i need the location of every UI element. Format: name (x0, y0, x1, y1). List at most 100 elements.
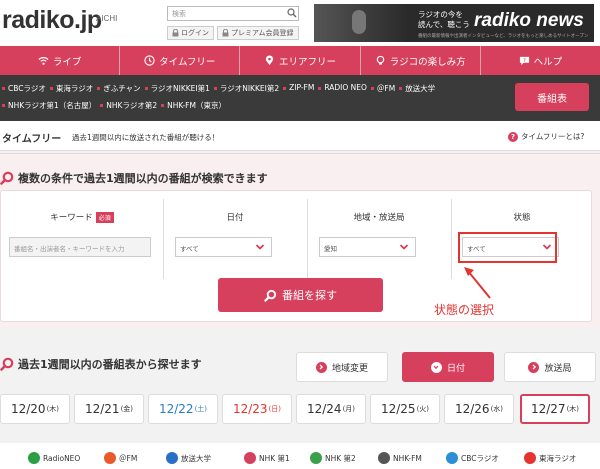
search-icon[interactable] (287, 8, 297, 18)
nav-label: エリアフリー (279, 56, 337, 68)
lock-icon (222, 29, 229, 37)
help-link-label: タイムフリーとは? (521, 132, 585, 141)
area-label: 地域・放送局 (353, 213, 405, 223)
chevron-right-icon (315, 361, 327, 373)
program-guide-button[interactable]: 番組表 (515, 83, 589, 111)
clock-icon (144, 55, 155, 66)
nav-label: ライブ (52, 56, 82, 68)
station-logo[interactable]: NHK-FM (378, 452, 422, 464)
day-tab-1221[interactable]: 12/21 (金) (74, 394, 144, 424)
chevron-down-icon (255, 244, 265, 250)
keyword-input[interactable]: 番組名・出演者名・キーワードを入力 (9, 237, 151, 257)
magnifier-icon (0, 357, 14, 371)
timefree-help-link[interactable]: ? タイムフリーとは? (508, 131, 584, 142)
day-tab-1224[interactable]: 12/24 (月) (296, 394, 366, 424)
state-label: 状態 (513, 213, 531, 223)
station-logo[interactable]: CBCラジオ (446, 452, 499, 464)
premium-register-button[interactable]: プレミアム会員登録 (217, 26, 299, 40)
station-link[interactable]: 東海ラジオ (49, 83, 97, 94)
station-logo[interactable]: NHK 第2 (310, 452, 356, 464)
search-button-label: 番組を探す (282, 289, 337, 302)
day-tab-1226[interactable]: 12/26 (水) (444, 394, 514, 424)
lock-icon (172, 29, 179, 37)
station-logo[interactable]: ＠FM (104, 452, 137, 464)
top-bar: radiko.jp AICHI 検索 ログイン プレミアム会員登録 ラジオの今を… (0, 0, 600, 46)
station-link[interactable]: ぎふチャン (97, 83, 144, 94)
station-link[interactable]: RADIO NEO (318, 83, 371, 94)
station-link[interactable]: NHK-FM（東京） (161, 100, 230, 111)
banner-photo (314, 4, 409, 42)
area-label: AICHI (96, 14, 118, 23)
timefree-header: タイムフリー 過去1週間以内に放送された番組が聴ける！ ? タイムフリーとは? (0, 121, 600, 151)
nav-label: ラジコの楽しみ方 (389, 56, 466, 68)
day-tab-1222[interactable]: 12/22 (土) (148, 394, 218, 424)
search-input[interactable]: 検索 (167, 6, 299, 21)
station-bar: CBCラジオ 東海ラジオ ぎふチャン ラジオNIKKEI第1 ラジオNIKKEI… (0, 75, 600, 121)
station-logo[interactable]: RadioNEO (28, 452, 80, 464)
banner-sub: 番組の最新情報や出演者インタビューなど、ラジオをもっと楽しめるサイトオープン (418, 34, 589, 39)
nhk2-logo-icon (310, 452, 322, 464)
banner-line2: 読んで、聴こう (418, 20, 470, 29)
station-link[interactable]: ラジオNIKKEI第1 (144, 83, 214, 94)
station-logo[interactable]: 東海ラジオ (524, 452, 576, 464)
station-row-2: NHKラジオ第1（名古屋） NHKラジオ第2 NHK-FM（東京） (2, 100, 230, 111)
radiko-news-banner[interactable]: ラジオの今を 読んで、聴こう radiko news 番組の最新情報や出演者イン… (314, 4, 594, 42)
schedule-section-title: 過去1週間以内の番組表から探せます (0, 356, 202, 372)
nav-item-help[interactable]: ? ヘルプ (481, 46, 600, 75)
station-logo-strip (0, 443, 600, 469)
area-select[interactable]: 愛知 (319, 237, 416, 257)
nhk1-logo-icon (244, 452, 256, 464)
radiko-logo[interactable]: radiko.jp (2, 6, 102, 35)
day-tab-1225[interactable]: 12/25 (火) (370, 394, 440, 424)
login-button[interactable]: ログイン (167, 26, 214, 40)
station-link[interactable]: NHKラジオ第2 (100, 100, 161, 111)
magnifier-icon (0, 171, 14, 185)
question-icon: ? (508, 131, 518, 142)
station-link[interactable]: CBCラジオ (2, 83, 50, 94)
day-tab-1223[interactable]: 12/23 (日) (222, 394, 292, 424)
main-nav: ライブ タイムフリー エリアフリー ラジコの楽しみ方 ? ヘルプ (0, 46, 600, 75)
toggle-station[interactable]: 放送局 (504, 352, 596, 382)
toggle-label: 地域変更 (331, 363, 368, 374)
toggle-label: 放送局 (544, 363, 572, 374)
toggle-date[interactable]: 日付 (402, 352, 494, 382)
fm-logo-icon (104, 452, 116, 464)
annotation-label: 状態の選択 (434, 303, 495, 317)
magnifier-icon (264, 289, 277, 302)
banner-brand: radiko news (474, 10, 584, 31)
svg-text:?: ? (523, 58, 526, 64)
university-logo-icon (166, 452, 178, 464)
location-icon (265, 55, 274, 66)
tokai-logo-icon (524, 452, 536, 464)
area-select-value: 愛知 (324, 245, 337, 253)
station-logo[interactable]: 放送大学 (166, 452, 211, 464)
nav-item-howto[interactable]: ラジコの楽しみ方 (361, 46, 481, 75)
station-link[interactable]: ＠FM (370, 83, 399, 94)
station-link[interactable]: NHKラジオ第1（名古屋） (2, 100, 100, 111)
help-icon: ? (519, 56, 529, 66)
station-link[interactable]: 放送大学 (399, 83, 439, 94)
station-logo[interactable]: NHK 第1 (244, 452, 290, 464)
nav-item-areafree[interactable]: エリアフリー (240, 46, 361, 75)
annotation-arrow-icon (464, 267, 491, 299)
day-tab-1227[interactable]: 12/27 (木) (520, 394, 590, 424)
search-programs-button[interactable]: 番組を探す (218, 278, 383, 312)
page-description: 過去1週間以内に放送された番組が聴ける！ (72, 133, 220, 142)
nav-label: ヘルプ (533, 56, 563, 68)
nav-item-live[interactable]: ライブ (0, 46, 121, 75)
date-select[interactable]: すべて (175, 237, 272, 257)
nav-item-timefree[interactable]: タイムフリー (120, 46, 241, 75)
chevron-down-icon (399, 244, 409, 250)
state-highlight-box (458, 232, 557, 263)
wifi-icon (38, 57, 49, 65)
page-title: タイムフリー (2, 134, 62, 145)
day-tab-1220[interactable]: 12/20 (木) (0, 394, 70, 424)
toggle-area-change[interactable]: 地域変更 (296, 352, 388, 382)
login-label: ログイン (181, 29, 209, 37)
search-section-title: 複数の条件で過去1週間以内の番組が検索できます (0, 170, 268, 186)
station-link[interactable]: ZIP-FM (283, 83, 318, 94)
station-link[interactable]: ラジオNIKKEI第2 (213, 83, 283, 94)
chevron-down-icon (430, 361, 442, 373)
date-select-value: すべて (180, 245, 199, 253)
required-badge: 必須 (95, 212, 114, 223)
